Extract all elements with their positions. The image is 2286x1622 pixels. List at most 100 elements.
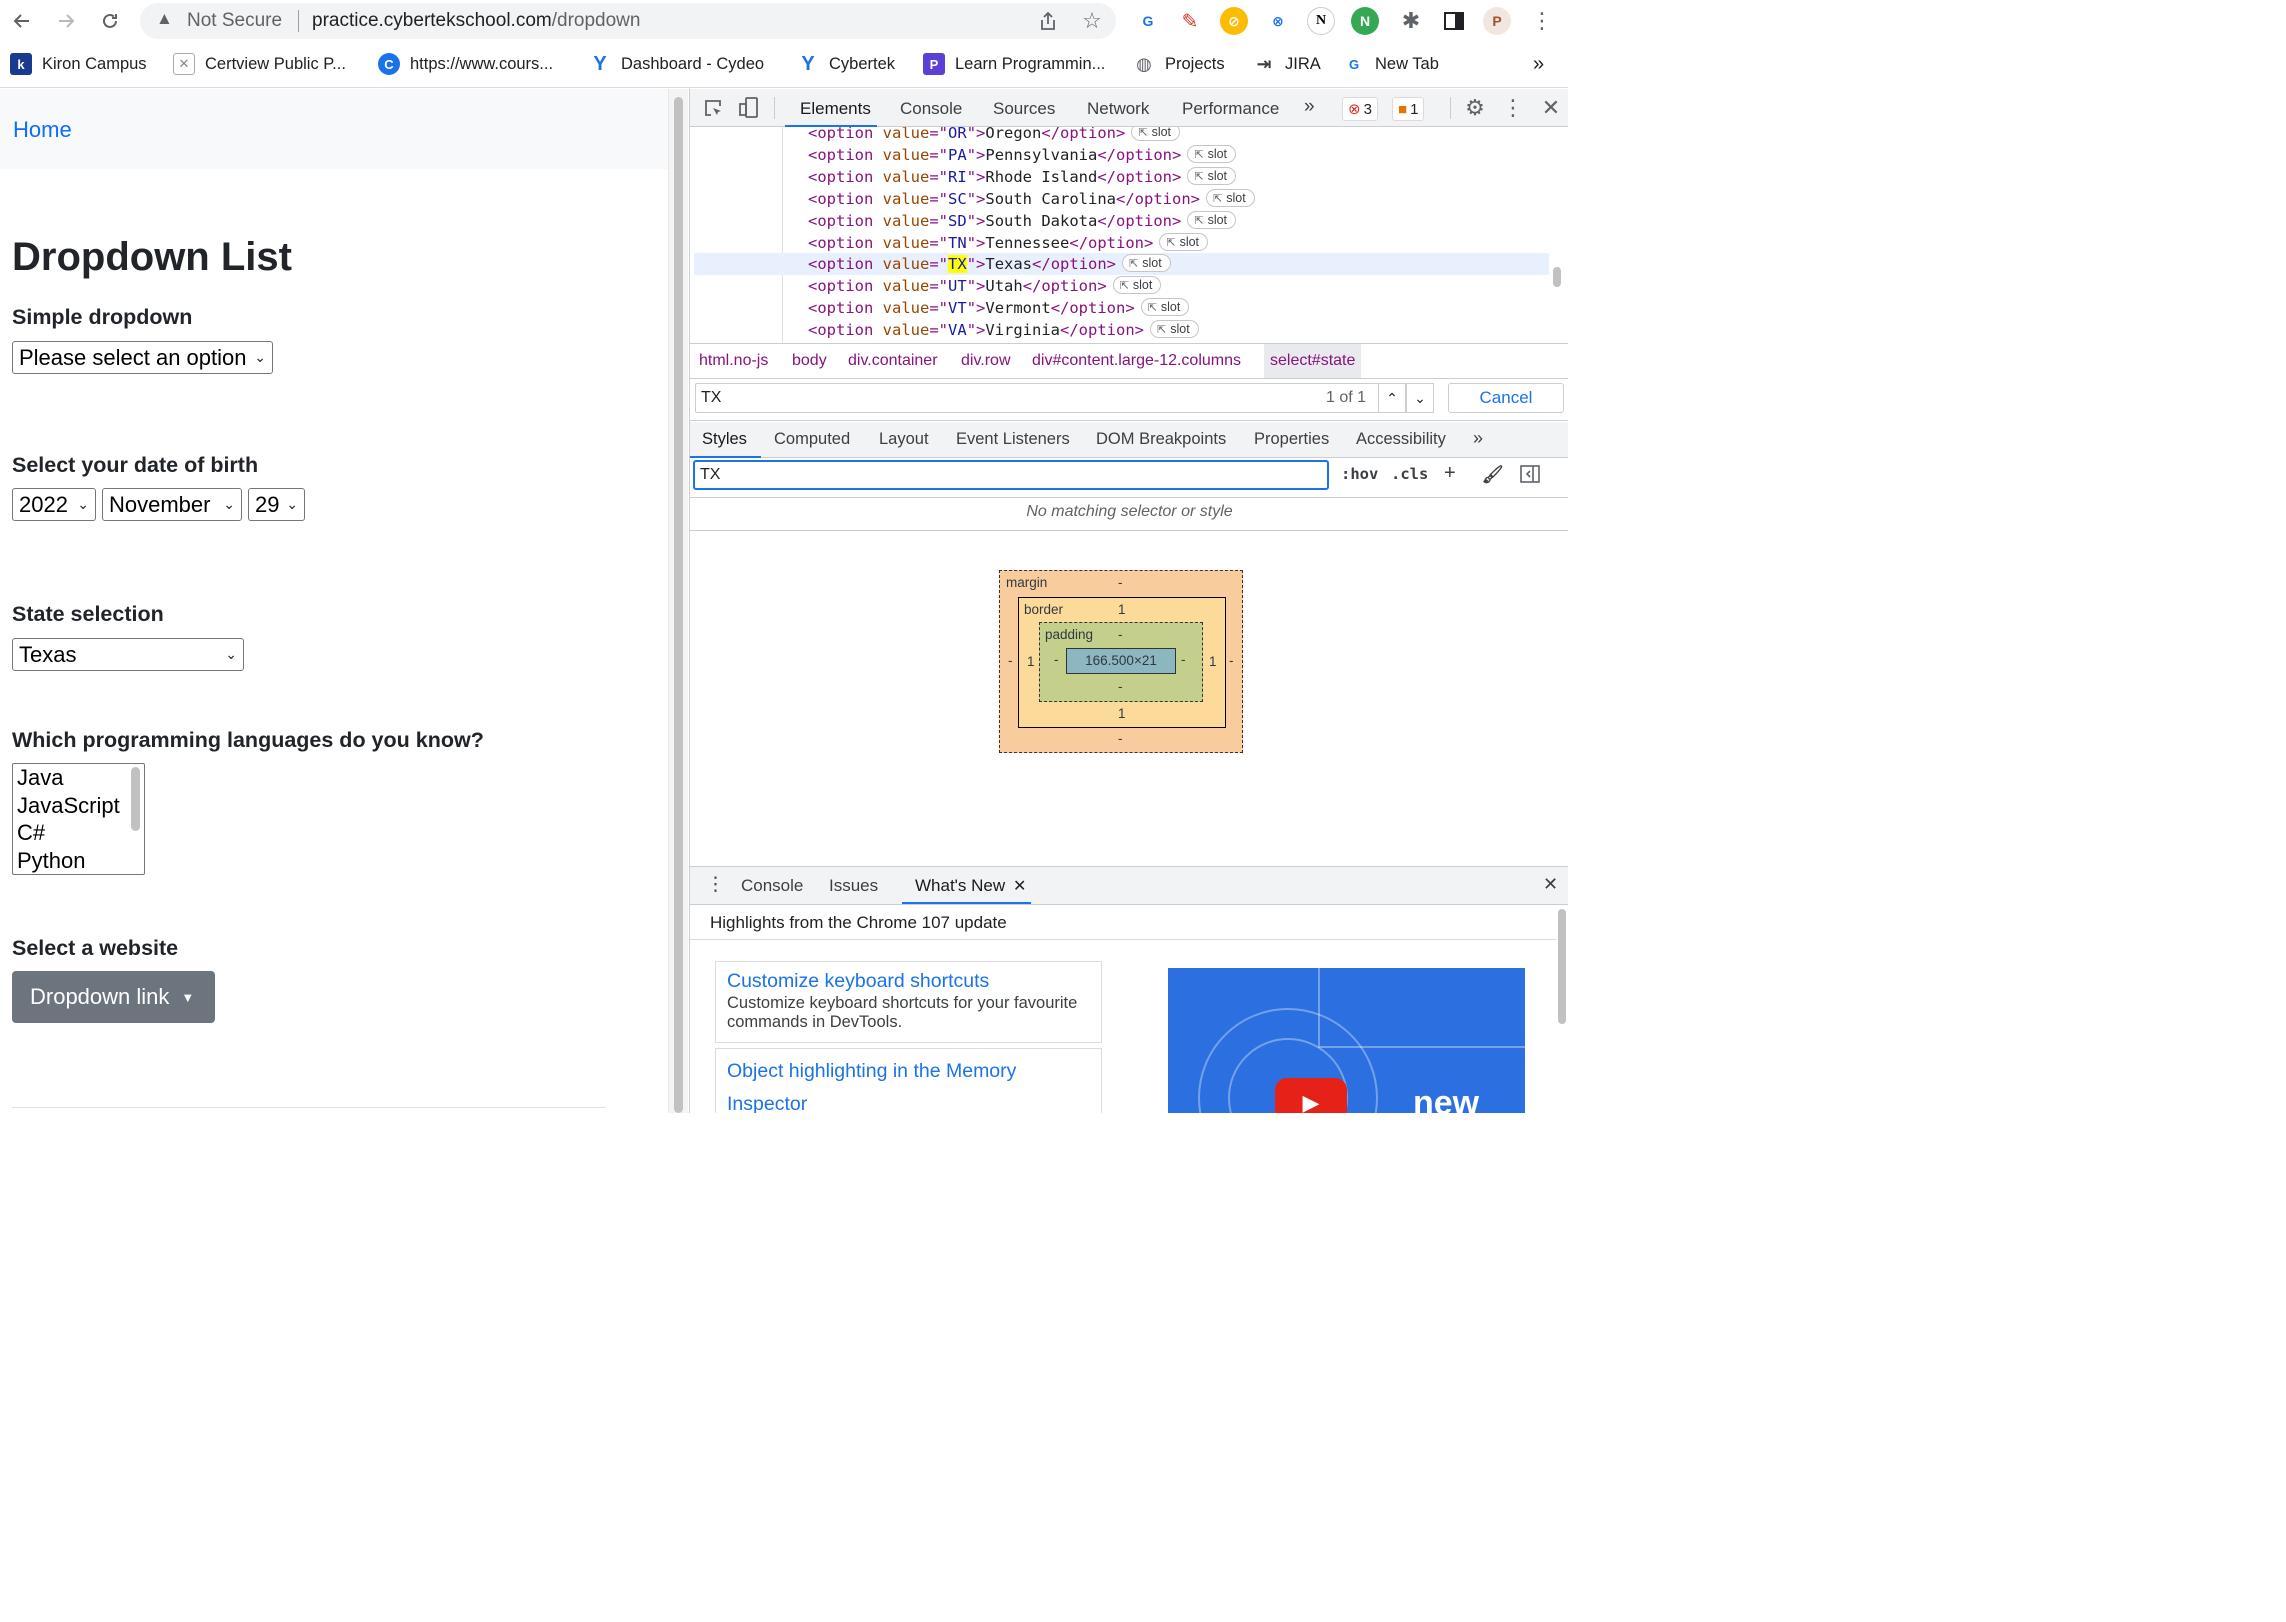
drawer-tab-whats-new[interactable]: What's New: [915, 876, 1005, 896]
hover-state-button[interactable]: :hov: [1341, 465, 1378, 483]
find-previous-icon[interactable]: ⌃: [1378, 383, 1406, 413]
play-icon[interactable]: ▶: [1275, 1078, 1347, 1113]
bookmark-cydeo[interactable]: Y Dashboard - Cydeo: [589, 52, 764, 76]
whats-new-card[interactable]: Object highlighting in the Memory Inspec…: [715, 1048, 1102, 1113]
tab-elements[interactable]: Elements: [800, 99, 871, 119]
reload-icon[interactable]: [95, 6, 125, 36]
share-icon[interactable]: [1033, 6, 1063, 36]
warning-icon[interactable]: ▲: [156, 9, 173, 29]
new-rule-plus-icon[interactable]: +: [1444, 462, 1456, 485]
tab-event-listeners[interactable]: Event Listeners: [956, 430, 1070, 449]
devtools-kebab-icon[interactable]: ⋮: [1498, 93, 1528, 123]
device-toolbar-icon[interactable]: [734, 93, 764, 123]
security-label[interactable]: Not Secure: [187, 10, 282, 32]
bookmark-new-tab[interactable]: G New Tab: [1343, 52, 1439, 76]
padding-top-value[interactable]: -: [1118, 627, 1123, 642]
tab-styles[interactable]: Styles: [702, 430, 747, 449]
list-item[interactable]: Python: [13, 847, 144, 875]
bookmark-star-icon[interactable]: ☆: [1077, 6, 1107, 36]
settings-gear-icon[interactable]: ⚙: [1460, 93, 1490, 123]
warning-badge[interactable]: ■ 1: [1392, 97, 1425, 121]
close-drawer-icon[interactable]: ✕: [1543, 874, 1558, 895]
tab-network[interactable]: Network: [1087, 99, 1149, 119]
paint-brush-icon[interactable]: 🖌: [1482, 465, 1504, 485]
card-title[interactable]: Object highlighting in the Memory Inspec…: [727, 1055, 1090, 1113]
slot-badge[interactable]: ⇱ slot: [1122, 254, 1171, 273]
extensions-puzzle-icon[interactable]: ✱: [1396, 6, 1426, 36]
slot-badge[interactable]: ⇱ slot: [1187, 144, 1237, 163]
bookmark-cybertek[interactable]: Y Cybertek: [797, 52, 895, 76]
slot-badge[interactable]: ⇱ slot: [1206, 188, 1255, 207]
close-devtools-icon[interactable]: ✕: [1536, 93, 1566, 123]
slot-badge[interactable]: ⇱ slot: [1150, 320, 1199, 339]
month-dropdown[interactable]: November ⌄: [102, 488, 242, 521]
bookmark-projects[interactable]: ◍ Projects: [1133, 52, 1224, 76]
tab-console[interactable]: Console: [900, 99, 962, 119]
padding-right-value[interactable]: -: [1181, 652, 1186, 667]
breadcrumb-item[interactable]: div.container: [848, 352, 938, 370]
dom-node-option[interactable]: <option value="VT">Vermont</option> ⇱ slot: [808, 297, 1190, 319]
dom-node-option[interactable]: <option value="TN">Tennessee</option> ⇱ sl…: [808, 232, 1209, 254]
scrollbar-thumb[interactable]: [674, 97, 683, 1113]
tab-computed[interactable]: Computed: [774, 430, 850, 449]
listbox-scrollbar[interactable]: [131, 767, 140, 831]
slot-badge[interactable]: ⇱ slot: [1140, 298, 1190, 317]
breadcrumb-item[interactable]: div#content.large-12.columns: [1032, 352, 1241, 370]
whats-new-card[interactable]: Customize keyboard shortcuts Customize k…: [715, 961, 1102, 1043]
node-extension-icon[interactable]: N: [1351, 7, 1379, 35]
border-top-value[interactable]: 1: [1118, 602, 1126, 617]
padding-left-value[interactable]: -: [1054, 652, 1059, 667]
tab-accessibility[interactable]: Accessibility: [1356, 430, 1446, 449]
breadcrumb-item[interactable]: body: [792, 352, 827, 370]
breadcrumb-item-active[interactable]: select#state: [1264, 344, 1362, 378]
padding-bottom-value[interactable]: -: [1118, 679, 1123, 694]
card-title[interactable]: Customize keyboard shortcuts: [727, 968, 1090, 994]
dom-node-option[interactable]: <option value="OR">Oregon</option> ⇱ slot: [808, 127, 1181, 144]
dom-node-option[interactable]: <option value="PA">Pennsylvania</option>…: [808, 144, 1237, 166]
margin-top-value[interactable]: -: [1118, 575, 1123, 590]
dom-node-option[interactable]: <option value="SD">South Dakota</option>…: [808, 210, 1237, 232]
class-toggle-button[interactable]: .cls: [1391, 465, 1428, 483]
slot-badge[interactable]: ⇱ slot: [1159, 232, 1209, 251]
tab-layout[interactable]: Layout: [879, 430, 929, 449]
drawer-tab-console[interactable]: Console: [741, 876, 803, 896]
tab-performance[interactable]: Performance: [1182, 99, 1279, 119]
whats-new-video-thumbnail[interactable]: ▶ new: [1168, 968, 1525, 1113]
margin-left-value[interactable]: -: [1008, 653, 1013, 668]
find-next-icon[interactable]: ⌄: [1406, 383, 1434, 413]
bookmark-jira[interactable]: ⇥ JIRA: [1253, 52, 1320, 76]
box-model-border[interactable]: border 1 1 1 1 padding - - - - 166.500×2…: [1018, 597, 1226, 728]
drawer-menu-icon[interactable]: ⋮: [706, 873, 725, 896]
profile-avatar[interactable]: P: [1483, 7, 1511, 35]
slot-badge[interactable]: ⇱ slot: [1131, 127, 1181, 141]
drawer-tab-issues[interactable]: Issues: [829, 876, 878, 896]
styles-filter-input[interactable]: TX: [693, 460, 1329, 490]
bookmark-certview[interactable]: ✕ Certview Public P...: [173, 52, 346, 76]
dom-node-option[interactable]: <option value="UT">Utah</option> ⇱ slot: [808, 275, 1162, 297]
list-item[interactable]: C#: [13, 819, 144, 847]
dom-tree-scrollbar[interactable]: [1553, 267, 1561, 287]
border-right-value[interactable]: 1: [1209, 654, 1217, 669]
list-item[interactable]: JavaScript: [13, 792, 144, 820]
bookmark-kiron[interactable]: k Kiron Campus: [10, 52, 147, 76]
simple-dropdown[interactable]: Please select an option ⌄: [12, 341, 273, 374]
box-model-margin[interactable]: margin - - - - border 1 1 1 1 padding - …: [999, 570, 1243, 753]
dom-node-option[interactable]: <option value="VA">Virginia</option> ⇱ slo…: [808, 319, 1199, 341]
toggle-sidebar-icon[interactable]: [1520, 465, 1540, 488]
box-model-content[interactable]: 166.500×21: [1066, 648, 1176, 674]
slot-badge[interactable]: ⇱ slot: [1112, 276, 1162, 295]
bookmark-learn-programming[interactable]: P Learn Programmin...: [923, 52, 1105, 76]
year-dropdown[interactable]: 2022 ⌄: [12, 488, 96, 521]
breadcrumb-item[interactable]: html.no-js: [699, 352, 768, 370]
side-panel-icon[interactable]: [1439, 6, 1469, 36]
notion-extension-icon[interactable]: N: [1307, 7, 1335, 35]
margin-right-value[interactable]: -: [1229, 653, 1234, 668]
languages-listbox[interactable]: Java JavaScript C# Python: [12, 763, 145, 875]
day-dropdown[interactable]: 29 ⌄: [248, 488, 305, 521]
list-item[interactable]: Java: [13, 764, 144, 792]
drawer-scrollbar[interactable]: [1558, 909, 1566, 1024]
more-subtabs-icon[interactable]: »: [1473, 428, 1483, 449]
border-bottom-value[interactable]: 1: [1118, 706, 1126, 721]
find-input[interactable]: TX 1 of 1: [695, 383, 1431, 413]
page-scrollbar[interactable]: [668, 89, 688, 1113]
